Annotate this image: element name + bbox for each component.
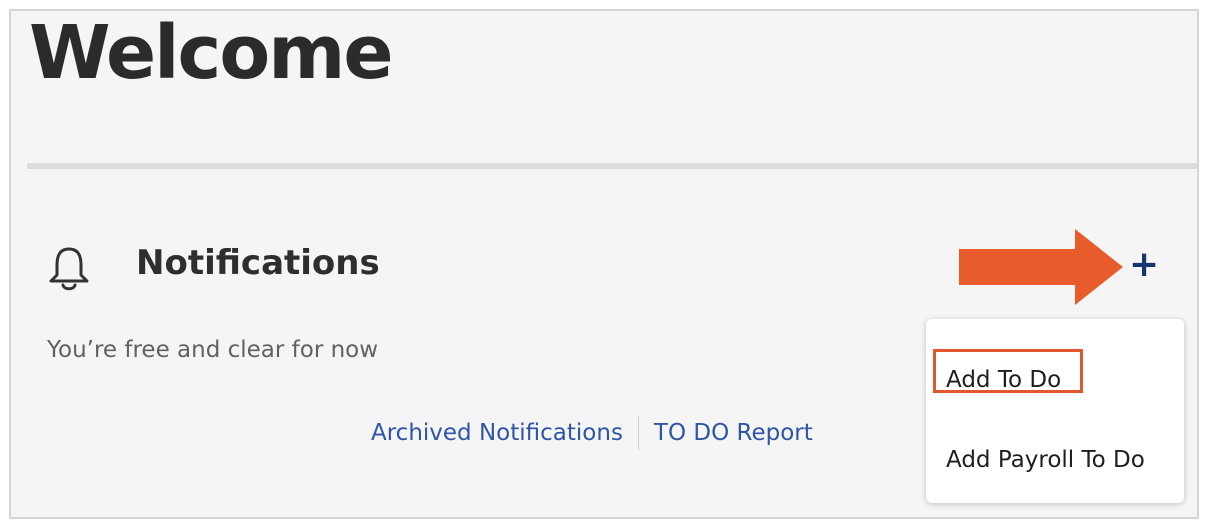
welcome-panel: Welcome Notifications + You’re free and … — [9, 9, 1199, 519]
empty-state-message: You’re free and clear for now — [47, 337, 379, 363]
link-separator — [637, 416, 639, 450]
annotation-arrow-icon — [959, 229, 1127, 305]
add-notification-button[interactable]: + — [1129, 246, 1159, 284]
menu-item-add-to-do[interactable]: Add To Do — [946, 364, 1061, 396]
page-title: Welcome — [29, 10, 394, 96]
notifications-title: Notifications — [136, 243, 380, 283]
divider — [27, 163, 1197, 169]
archived-notifications-link[interactable]: Archived Notifications — [371, 417, 623, 449]
plus-icon: + — [1129, 244, 1160, 285]
notification-links: Archived Notifications TO DO Report — [371, 416, 813, 450]
add-dropdown-menu: Add To Do Add Payroll To Do — [926, 319, 1184, 503]
menu-item-add-payroll-to-do[interactable]: Add Payroll To Do — [946, 444, 1145, 476]
todo-report-link[interactable]: TO DO Report — [654, 417, 813, 449]
bell-icon — [47, 245, 91, 291]
